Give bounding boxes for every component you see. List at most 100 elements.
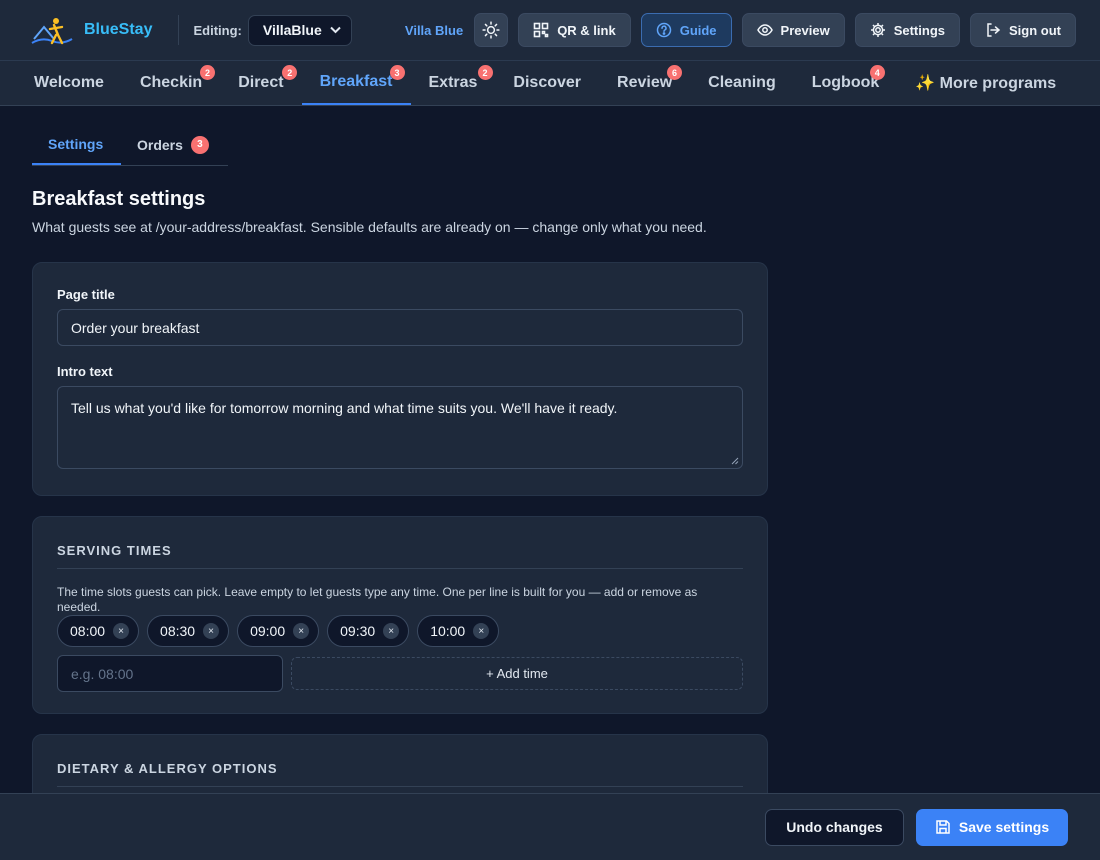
orders-count-badge: 3 [190,135,209,154]
property-select[interactable]: VillaBlue [247,14,352,46]
remove-time-button[interactable]: × [203,623,220,639]
intro-text-textarea[interactable]: Tell us what you'd like for tomorrow mor… [57,386,743,469]
dietary-options-title: DIETARY & ALLERGY OPTIONS [57,757,743,787]
nav-badge: 4 [869,65,885,80]
settings-button[interactable]: Settings [854,13,960,47]
nav-tab-welcome[interactable]: Welcome [16,61,122,105]
remove-time-button[interactable]: × [113,623,130,639]
nav-tab-label: ✨ More programs [915,75,1057,92]
brand-name: BlueStay [84,21,153,38]
qr-link-label: QR & link [557,22,616,38]
remove-time-button[interactable]: × [383,623,400,639]
nav-tab-label: Breakfast [319,73,393,90]
new-time-placeholder: e.g. 08:00 [71,665,134,682]
time-chip: 09:00 × [237,615,320,647]
tab-orders-label: Orders [137,136,183,153]
guide-label: Guide [679,22,717,38]
time-chip-label: 09:00 [250,623,286,639]
nav-tab-label: Discover [513,74,582,91]
page-title: Breakfast settings [32,188,206,210]
remove-time-button[interactable]: × [473,623,490,639]
serving-times-title: SERVING TIMES [57,539,743,569]
nav-badge: 2 [199,65,215,80]
nav-tab-logbook[interactable]: Logbook 4 [794,61,898,105]
nav-tab-label: Review [617,74,673,91]
remove-time-button[interactable]: × [293,623,310,639]
nav-badge: 6 [667,65,683,80]
nav-tab-extras[interactable]: Extras 2 [411,61,496,105]
undo-changes-button[interactable]: Undo changes [765,808,904,846]
time-chip: 08:30 × [147,615,230,647]
nav-tab-label: Cleaning [708,74,776,91]
nav-tab-discover[interactable]: Discover [495,61,599,105]
eye-icon [756,24,773,36]
add-time-button[interactable]: + Add time [291,657,743,690]
preview-button[interactable]: Preview [741,13,845,47]
nav-tab-label: Direct [238,74,284,91]
new-time-input[interactable]: e.g. 08:00 [57,655,283,692]
theme-toggle-button[interactable] [474,13,509,47]
property-select-value: VillaBlue [262,22,322,38]
nav-tab-label: Welcome [34,74,104,91]
time-chip: 08:00 × [57,615,140,647]
time-chip: 10:00 × [417,615,500,647]
sign-out-label: Sign out [1009,22,1061,38]
gear-icon [870,23,885,37]
nav-tab-label: Extras [428,74,478,91]
nav-tab-review[interactable]: Review 6 [599,61,690,105]
tab-orders[interactable]: Orders 3 [121,124,225,165]
main-content: Settings Orders 3 Breakfast settings Wha… [32,124,768,814]
nav-badge: 2 [282,65,298,80]
time-chip-label: 08:30 [160,623,196,639]
nav-tab-cleaning[interactable]: Cleaning [690,61,794,105]
qr-icon [533,22,549,38]
qr-link-button[interactable]: QR & link [518,13,631,47]
property-name[interactable]: Villa Blue [405,23,463,38]
nav-badge: 2 [477,65,493,80]
logo[interactable]: BlueStay [30,13,152,47]
guide-button[interactable]: Guide [640,13,732,47]
page-title-label: Page title [57,287,115,302]
general-settings-card: Page title Order your breakfast Intro te… [32,262,768,496]
save-settings-button[interactable]: Save settings [916,808,1068,846]
nav-tab-more-programs[interactable]: ✨ More programs [897,61,1074,105]
nav-tab-breakfast[interactable]: Breakfast 3 [301,61,411,105]
help-circle-icon [656,22,671,38]
add-time-row: e.g. 08:00 + Add time [57,655,743,692]
settings-label: Settings [893,22,945,38]
top-bar: BlueStay Editing: VillaBlue Villa Blue Q… [0,0,1100,60]
serving-times-hint: The time slots guests can pick. Leave em… [57,585,698,614]
intro-text-value: Tell us what you'd like for tomorrow mor… [71,400,618,416]
save-label: Save settings [958,819,1050,835]
sign-out-button[interactable]: Sign out [970,13,1076,47]
time-chip-label: 09:30 [340,623,376,639]
undo-label: Undo changes [786,819,883,835]
nav-tab-checkin[interactable]: Checkin 2 [122,61,220,105]
nav-tab-label: Logbook [811,74,880,91]
time-chip-label: 10:00 [430,623,466,639]
action-footer: Undo changes Save settings [0,793,1100,860]
preview-label: Preview [780,22,830,38]
resize-grip-icon[interactable] [731,457,739,465]
page-description: What guests see at /your-address/breakfa… [32,219,707,235]
sub-tabs: Settings Orders 3 [32,124,228,166]
tab-settings[interactable]: Settings [32,124,121,165]
time-chip-label: 08:00 [70,623,106,639]
logo-icon [31,18,73,45]
serving-times-card: SERVING TIMES The time slots guests can … [32,516,768,714]
page-title-value: Order your breakfast [71,319,200,336]
time-chips: 08:00 × 08:30 × 09:00 × 09:30 × 10:00 × [57,615,743,647]
page-title-input[interactable]: Order your breakfast [57,309,743,346]
intro-text-label: Intro text [57,364,113,379]
sun-icon [482,21,500,39]
nav-tab-label: Checkin [139,74,203,91]
editing-label: Editing: [193,22,242,38]
time-chip: 09:30 × [327,615,410,647]
header-divider [178,15,180,45]
nav-tab-direct[interactable]: Direct 2 [220,61,301,105]
tab-settings-label: Settings [48,135,104,152]
chevron-down-icon [330,26,341,34]
sign-out-icon [987,23,1001,37]
save-icon [936,820,950,834]
nav-badge: 3 [389,65,405,80]
